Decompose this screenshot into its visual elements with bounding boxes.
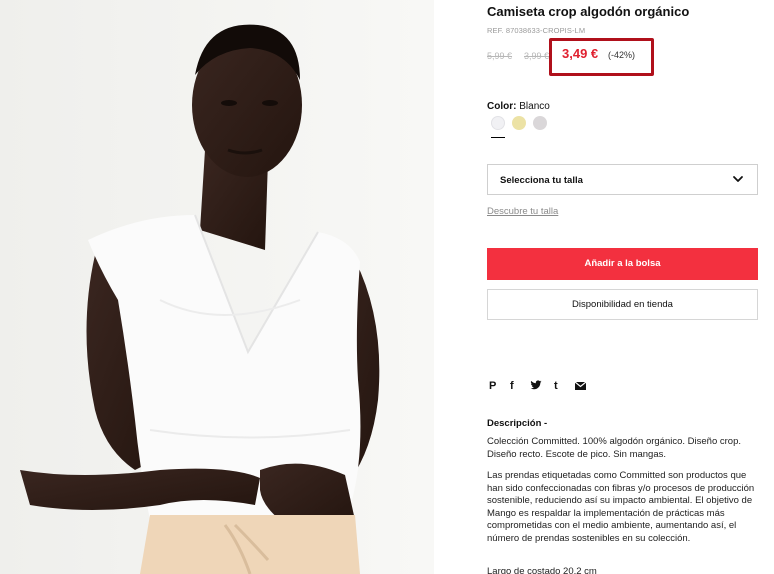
chevron-down-icon xyxy=(733,176,743,182)
size-select[interactable]: Selecciona tu talla xyxy=(487,164,758,195)
product-title: Camiseta crop algodón orgánico xyxy=(487,4,690,19)
color-selected-name: Blanco xyxy=(519,101,550,112)
color-swatch-grey[interactable] xyxy=(533,116,547,130)
product-image[interactable] xyxy=(0,0,434,574)
description-paragraph: Largo de costado 20,2 cm xyxy=(487,566,597,574)
share-icons: P f t xyxy=(487,380,597,392)
sale-price: 3,49 € xyxy=(562,46,599,61)
facebook-icon[interactable]: f xyxy=(510,380,514,392)
color-swatch-white[interactable] xyxy=(491,116,505,130)
product-details: Camiseta crop algodón orgánico REF. 8703… xyxy=(487,0,759,574)
color-swatch-yellow[interactable] xyxy=(512,116,526,130)
store-availability-label: Disponibilidad en tienda xyxy=(572,299,673,310)
product-reference: REF. 87038633-CROPIS-LM xyxy=(487,26,586,35)
tumblr-icon[interactable]: t xyxy=(554,380,558,392)
description-paragraph: Las prendas etiquetadas como Committed s… xyxy=(487,470,755,544)
size-guide-link[interactable]: Descubre tu talla xyxy=(487,206,558,217)
discount-badge: (-42%) xyxy=(608,50,636,60)
selected-swatch-indicator xyxy=(491,137,505,138)
pinterest-icon[interactable]: P xyxy=(489,380,496,392)
description-paragraph: Colección Committed. 100% algodón orgáni… xyxy=(487,436,741,460)
email-icon[interactable] xyxy=(575,382,586,394)
color-label-line: Color: Blanco xyxy=(487,101,550,112)
add-to-bag-button[interactable]: Añadir a la bolsa xyxy=(487,248,758,280)
color-label: Color: xyxy=(487,101,517,112)
description-title: Descripción - xyxy=(487,418,548,429)
twitter-icon[interactable] xyxy=(530,380,542,392)
size-select-label: Selecciona tu talla xyxy=(500,175,583,186)
original-price: 5,99 € xyxy=(487,51,513,61)
model-photo xyxy=(0,0,434,574)
previous-price: 3,99 € xyxy=(524,51,550,61)
store-availability-button[interactable]: Disponibilidad en tienda xyxy=(487,289,758,320)
add-to-bag-label: Añadir a la bolsa xyxy=(584,258,661,269)
